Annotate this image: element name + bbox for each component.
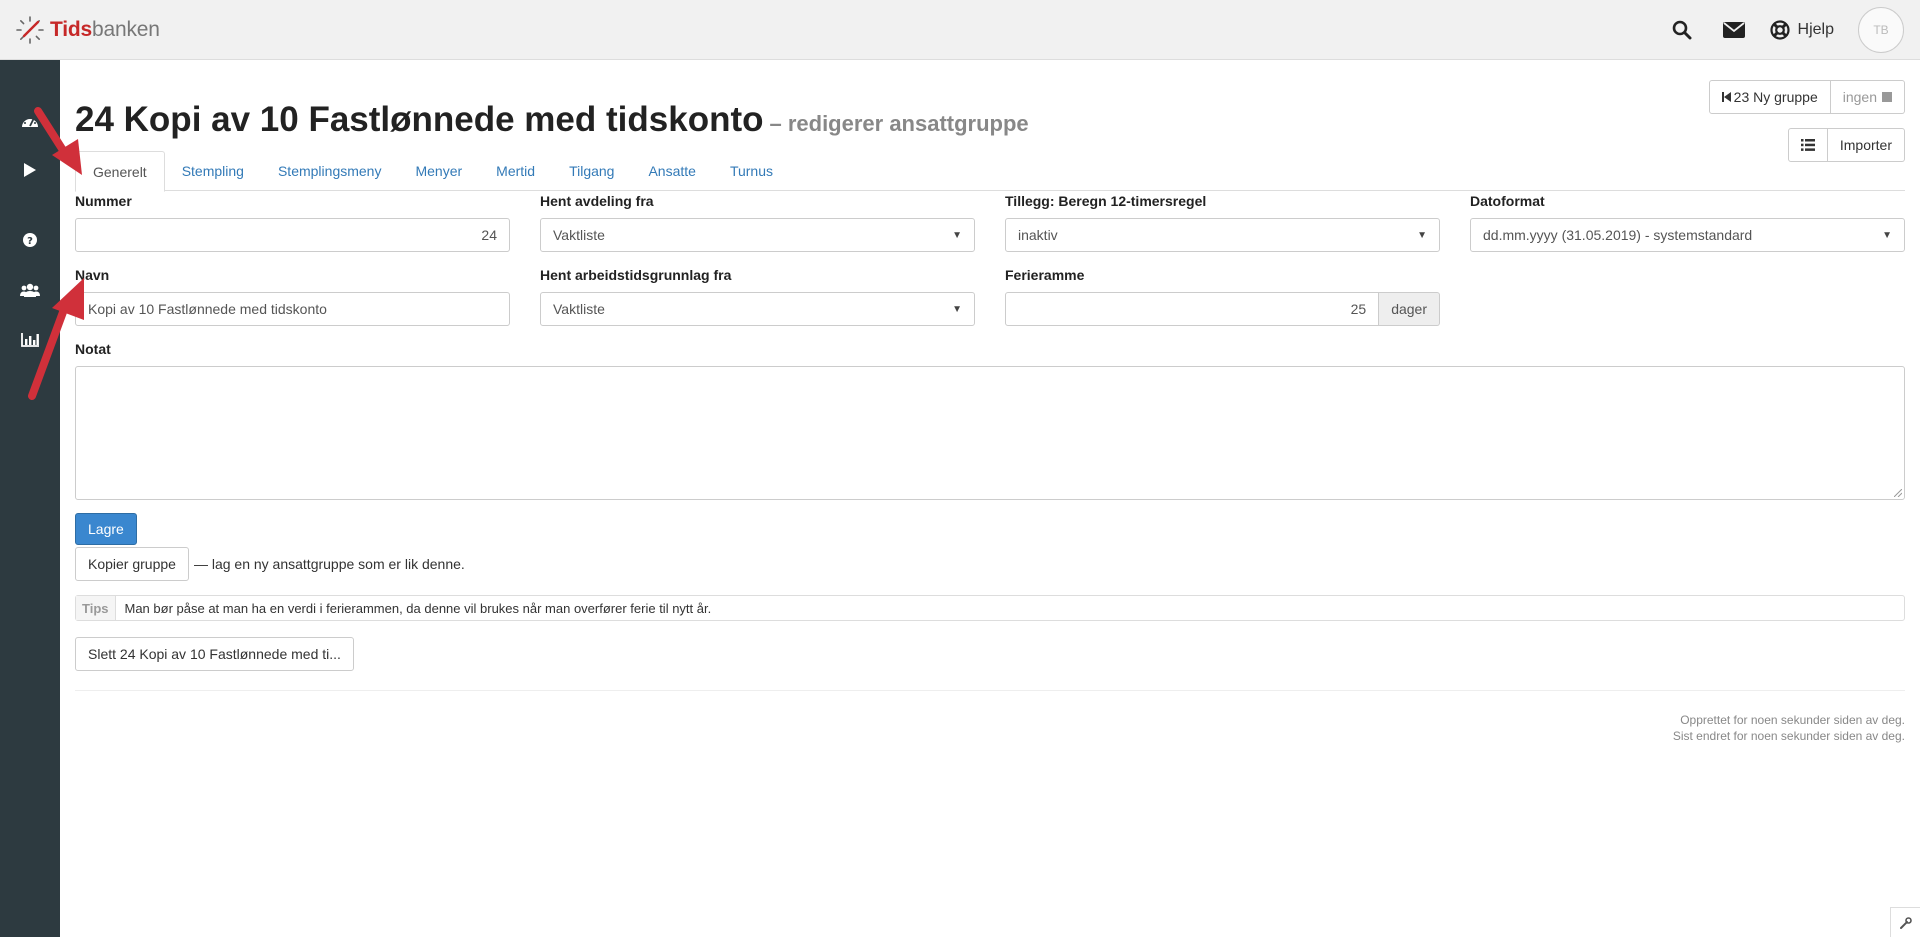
tab-menyer[interactable]: Menyer [398,151,479,191]
copy-group-hint: — lag en ny ansattgruppe som er lik denn… [193,556,465,572]
divider [75,690,1905,691]
nummer-input[interactable]: 24 [75,218,510,252]
tab-stemplingsmeny[interactable]: Stemplingsmeny [261,151,399,191]
copy-group-row: Kopier gruppe — lag en ny ansattgruppe s… [75,547,465,581]
notat-textarea[interactable] [75,366,1905,500]
messages-button[interactable] [1708,0,1760,60]
help-label: Hjelp [1797,21,1834,38]
tab-turnus[interactable]: Turnus [713,151,790,191]
save-button[interactable]: Lagre [75,513,137,545]
nummer-field-group: Nummer 24 [75,193,510,252]
datoformat-select[interactable]: dd.mm.yyyy (31.05.2019) - systemstandard… [1470,218,1905,252]
tillegg-label: Tillegg: Beregn 12-timersregel [1005,193,1207,209]
caret-down-icon: ▼ [952,229,962,241]
avatar[interactable]: TB [1858,7,1904,53]
datoformat-value: dd.mm.yyyy (31.05.2019) - systemstandard [1483,227,1753,243]
hent-arbeidstid-field-group: Hent arbeidstidsgrunnlag fra Vaktliste ▼ [540,267,975,326]
help-button[interactable]: Hjelp [1760,0,1858,60]
corner-tool-button[interactable] [1890,907,1920,937]
record-meta: Opprettet for noen sekunder siden av deg… [1673,712,1905,744]
copy-group-button[interactable]: Kopier gruppe [75,547,189,581]
top-actions: Hjelp TB [1656,0,1920,60]
question-icon: ? [23,233,37,247]
ferieramme-input-group: 25 dager [1005,292,1440,326]
hent-arbeidstid-value: Vaktliste [553,301,605,317]
delete-group-button[interactable]: Slett 24 Kopi av 10 Fastlønnede med ti..… [75,637,354,671]
list-icon [1800,139,1815,151]
annotation-arrow-up [28,278,84,400]
hent-avdeling-select[interactable]: Vaktliste ▼ [540,218,975,252]
svg-text:?: ? [27,236,33,247]
tab-tilgang[interactable]: Tilgang [552,151,631,191]
datoformat-field-group: Datoformat dd.mm.yyyy (31.05.2019) - sys… [1470,193,1905,252]
caret-down-icon: ▼ [1417,229,1427,241]
navn-field-group: Navn Kopi av 10 Fastlønnede med tidskont… [75,267,510,326]
created-info: Opprettet for noen sekunder siden av deg… [1680,713,1905,727]
stop-icon [1882,92,1892,102]
ferieramme-input[interactable]: 25 [1005,292,1380,326]
hent-avdeling-value: Vaktliste [553,227,605,243]
datoformat-label: Datoformat [1470,193,1545,209]
prev-group-button[interactable]: 23 Ny gruppe [1708,80,1831,114]
tillegg-value: inaktiv [1018,227,1058,243]
notat-field-group: Notat [75,341,1905,500]
hent-arbeidstid-label: Hent arbeidstidsgrunnlag fra [540,267,732,283]
hent-avdeling-field-group: Hent avdeling fra Vaktliste ▼ [540,193,975,252]
search-icon [1672,20,1692,40]
notat-label: Notat [75,341,111,357]
tillegg-field-group: Tillegg: Beregn 12-timersregel inaktiv ▼ [1005,193,1440,252]
prev-group-label: 23 Ny gruppe [1733,89,1818,105]
navn-label: Navn [75,267,110,283]
sidebar-item-help[interactable]: ? [0,220,60,260]
page-title: 24 Kopi av 10 Fastlønnede med tidskonto –… [75,100,1029,140]
logo-text-grey: banken [92,18,160,41]
next-group-label: ingen [1842,89,1877,105]
nummer-label: Nummer [75,193,132,209]
page-title-text: 24 Kopi av 10 Fastlønnede med tidskonto [75,100,764,139]
tips-label: Tips [76,596,116,620]
caret-down-icon: ▼ [1882,229,1892,241]
logo-text: Tidsbanken [50,18,160,42]
lifebuoy-icon [1769,20,1790,40]
ferieramme-unit: dager [1379,292,1440,326]
caret-down-icon: ▼ [952,303,962,315]
logo-text-red: Tids [50,18,92,41]
annotation-arrow-down [34,107,82,175]
hent-avdeling-label: Hent avdeling fra [540,193,654,209]
record-navigation: 23 Ny gruppe ingen [1708,80,1905,114]
search-button[interactable] [1656,0,1708,60]
ferieramme-label: Ferieramme [1005,267,1085,283]
clock-logo-icon [14,14,46,46]
tab-mertid[interactable]: Mertid [479,151,552,191]
tab-ansatte[interactable]: Ansatte [631,151,712,191]
next-group-button[interactable]: ingen [1830,80,1905,114]
wrench-icon [1899,916,1912,929]
navn-input[interactable]: Kopi av 10 Fastlønnede med tidskonto [75,292,510,326]
resize-handle-icon[interactable] [1894,489,1902,497]
sidebar: ? [0,60,60,937]
hent-arbeidstid-select[interactable]: Vaktliste ▼ [540,292,975,326]
tips-text: Man bør påse at man ha en verdi i ferier… [124,600,712,616]
tab-bar: Generelt Stempling Stemplingsmeny Menyer… [75,151,1905,192]
top-bar: Tidsbanken Hjelp TB [0,0,1920,60]
logo[interactable]: Tidsbanken [14,14,160,46]
main-content: 24 Kopi av 10 Fastlønnede med tidskonto –… [75,60,1905,937]
tab-stempling[interactable]: Stempling [165,151,261,191]
tips-box: Tips Man bør påse at man ha en verdi i f… [75,595,1905,621]
ferieramme-field-group: Ferieramme 25 dager [1005,267,1440,326]
envelope-icon [1722,22,1745,38]
skip-back-icon [1721,92,1731,102]
tillegg-select[interactable]: inaktiv ▼ [1005,218,1440,252]
modified-info: Sist endret for noen sekunder siden av d… [1672,729,1905,743]
page-subtitle: – redigerer ansattgruppe [769,111,1029,136]
